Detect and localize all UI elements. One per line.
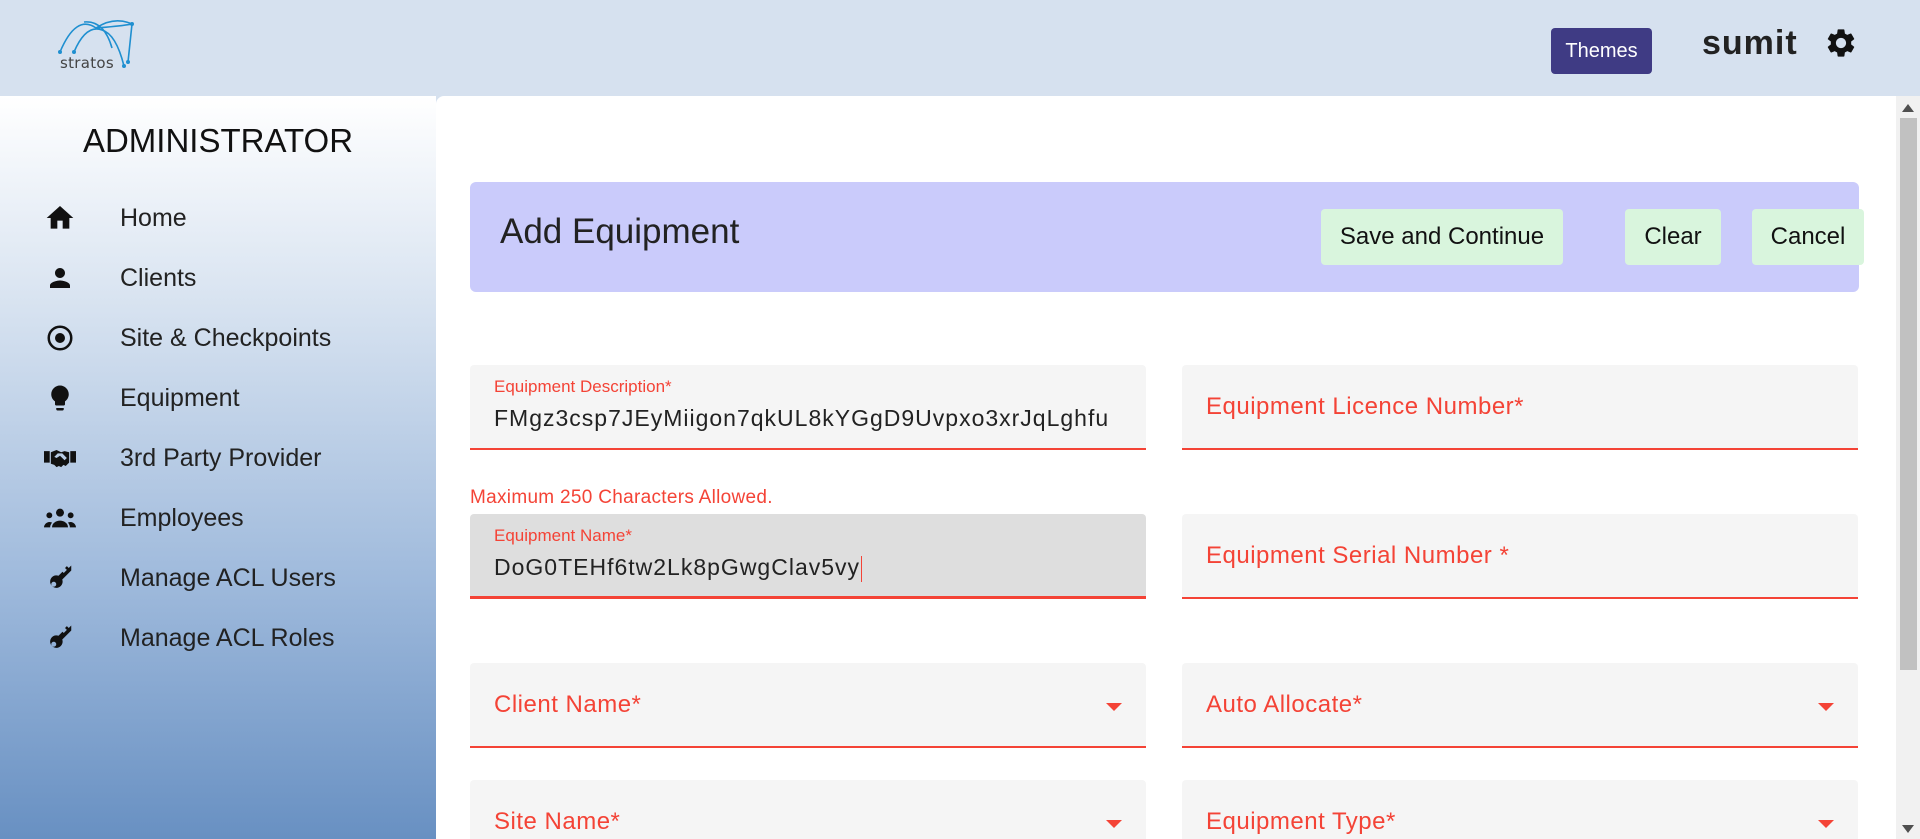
key-icon (44, 562, 76, 594)
stratos-logo[interactable]: stratos (56, 18, 136, 74)
person-icon (44, 262, 76, 294)
field-label: Client Name* (494, 691, 642, 718)
group-icon (44, 502, 76, 534)
scrollbar-thumb[interactable] (1900, 118, 1917, 670)
sidebar: ADMINISTRATOR Home Clients Site & Checkp… (0, 96, 436, 839)
field-label: Equipment Licence Number* (1206, 393, 1524, 420)
sidebar-item-home[interactable]: Home (0, 188, 436, 248)
sidebar-item-label: Manage ACL Roles (120, 623, 335, 652)
username[interactable]: sumit (1702, 24, 1798, 63)
sidebar-item-label: Employees (120, 503, 244, 532)
cancel-button[interactable]: Cancel (1752, 209, 1864, 265)
chevron-down-icon[interactable] (1106, 820, 1122, 828)
scroll-down-arrow-icon[interactable] (1902, 825, 1914, 833)
equipment-description-field[interactable]: Equipment Description* FMgz3csp7JEyMiigo… (470, 365, 1146, 450)
sidebar-item-employees[interactable]: Employees (0, 488, 436, 548)
field-label: Equipment Description* (494, 377, 672, 396)
sidebar-item-manage-acl-roles[interactable]: Manage ACL Roles (0, 608, 436, 668)
field-label: Equipment Name* (494, 526, 632, 545)
equipment-name-field[interactable]: Equipment Name* DoG0TEHf6tw2Lk8pGwgClav5… (470, 514, 1146, 599)
client-name-select[interactable]: Client Name* (470, 663, 1146, 748)
field-label: Auto Allocate* (1206, 691, 1363, 718)
error-message: Maximum 250 Characters Allowed. (470, 487, 773, 508)
text-cursor (861, 555, 863, 582)
form-header: Add Equipment Save and Continue Clear Ca… (470, 182, 1864, 292)
page-title: Add Equipment (500, 212, 740, 251)
field-label: Site Name* (494, 808, 621, 835)
chevron-down-icon[interactable] (1818, 820, 1834, 828)
chevron-down-icon[interactable] (1818, 703, 1834, 711)
equipment-licence-number-field[interactable]: Equipment Licence Number* (1182, 365, 1858, 450)
main-content: Add Equipment Save and Continue Clear Ca… (436, 96, 1920, 839)
scroll-up-arrow-icon[interactable] (1902, 104, 1914, 112)
sidebar-nav: Home Clients Site & Checkpoints Equipmen… (0, 188, 436, 668)
sidebar-title: ADMINISTRATOR (82, 122, 354, 159)
themes-button[interactable]: Themes (1551, 28, 1652, 74)
key-icon (44, 622, 76, 654)
auto-allocate-select[interactable]: Auto Allocate* (1182, 663, 1858, 748)
top-bar: stratos Themes sumit (0, 0, 1920, 96)
field-value: FMgz3csp7JEyMiigon7qkUL8kYGgD9Uvpxo3xrJq… (494, 405, 1110, 431)
home-icon (44, 202, 76, 234)
sidebar-item-equipment[interactable]: Equipment (0, 368, 436, 428)
sidebar-item-clients[interactable]: Clients (0, 248, 436, 308)
save-and-continue-button[interactable]: Save and Continue (1321, 209, 1563, 265)
sidebar-item-label: 3rd Party Provider (120, 443, 322, 472)
handshake-icon (44, 442, 76, 474)
sidebar-item-manage-acl-users[interactable]: Manage ACL Users (0, 548, 436, 608)
gear-icon[interactable] (1824, 26, 1858, 60)
sidebar-item-label: Equipment (120, 383, 240, 412)
lightbulb-icon (44, 382, 76, 414)
sidebar-item-label: Home (120, 203, 187, 232)
equipment-serial-number-field[interactable]: Equipment Serial Number * (1182, 514, 1858, 599)
field-value-wrap: DoG0TEHf6tw2Lk8pGwgClav5vy (494, 554, 863, 582)
sidebar-item-label: Site & Checkpoints (120, 323, 332, 352)
target-icon (44, 322, 76, 354)
equipment-type-select[interactable]: Equipment Type* (1182, 780, 1858, 839)
site-name-select[interactable]: Site Name* (470, 780, 1146, 839)
sidebar-item-3rd-party-provider[interactable]: 3rd Party Provider (0, 428, 436, 488)
field-label: Equipment Type* (1206, 808, 1396, 835)
logo-text: stratos (60, 54, 115, 72)
field-label: Equipment Serial Number * (1206, 542, 1510, 569)
field-value: DoG0TEHf6tw2Lk8pGwgClav5vy (494, 554, 861, 580)
sidebar-item-label: Manage ACL Users (120, 563, 336, 592)
clear-button[interactable]: Clear (1625, 209, 1721, 265)
sidebar-item-site-checkpoints[interactable]: Site & Checkpoints (0, 308, 436, 368)
vertical-scrollbar[interactable] (1896, 96, 1920, 839)
sidebar-item-label: Clients (120, 263, 197, 292)
chevron-down-icon[interactable] (1106, 703, 1122, 711)
